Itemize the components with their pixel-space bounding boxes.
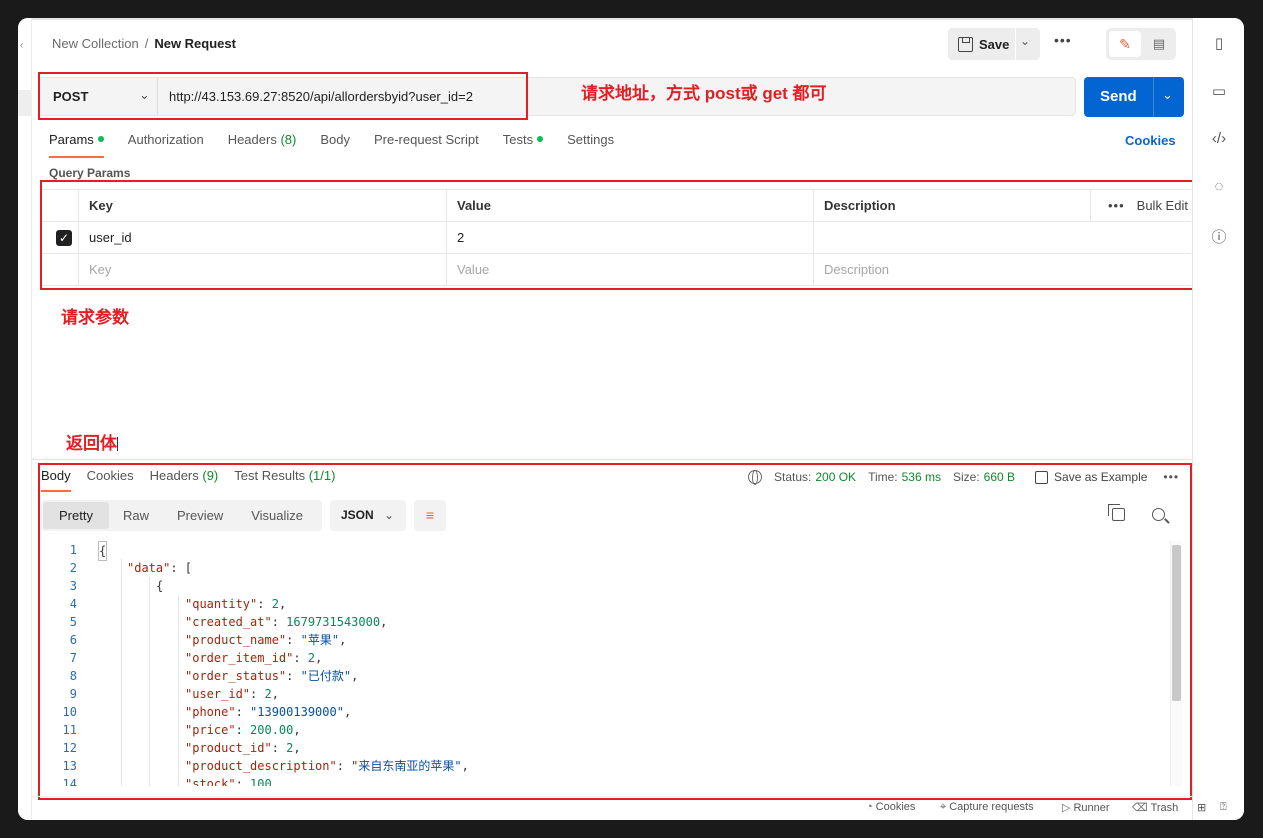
capture-icon: ⌖ — [940, 801, 947, 813]
footer-trash-label: Trash — [1150, 802, 1179, 814]
tab-headers-count: (8) — [280, 132, 297, 147]
window-top-strip — [18, 18, 1244, 20]
postman-window: ‹ New Collection / New Request Save ⌄ ••• … — [18, 18, 1244, 820]
help-icon[interactable]: ⍰ — [1220, 801, 1227, 814]
annotation-url-note: 请求地址，方式 post或 get 都可 — [581, 84, 827, 103]
send-divider — [1153, 77, 1154, 117]
comments-icon[interactable]: ▭ — [1209, 82, 1229, 100]
footer-runner-label: Runner — [1073, 802, 1110, 814]
footer-capture-label: Capture requests — [949, 801, 1034, 813]
sidebar-highlight — [18, 90, 32, 116]
comment-icon[interactable]: ▤ — [1144, 31, 1174, 57]
tab-tests-label: Tests — [502, 132, 534, 147]
lightbulb-icon[interactable]: ◌ — [1209, 178, 1229, 195]
footer-cookies-label: Cookies — [875, 801, 916, 813]
save-divider — [1015, 28, 1016, 60]
annotation-params-box — [40, 180, 1194, 290]
annotation-url-box — [38, 72, 528, 120]
info-icon[interactable]: ⓘ — [1209, 226, 1229, 247]
send-button[interactable]: Send ⌄ — [1084, 77, 1184, 117]
save-icon — [958, 36, 973, 52]
tab-headers[interactable]: Headers (8) — [228, 132, 297, 158]
tab-authorization[interactable]: Authorization — [128, 132, 204, 158]
breadcrumb-collection[interactable]: New Collection — [52, 36, 139, 51]
annotation-body-text: 返回体 — [66, 434, 117, 453]
save-label: Save — [979, 36, 1010, 52]
query-params-title: Query Params — [49, 166, 131, 180]
left-sidebar-edge: ‹ — [18, 18, 32, 820]
annotation-body-box — [38, 463, 1192, 800]
trash-icon: ⌫ — [1132, 802, 1148, 814]
footer-trash[interactable]: ⌫ Trash — [1132, 801, 1178, 814]
pencil-icon[interactable]: ✎ — [1109, 31, 1141, 57]
tab-params[interactable]: Params — [49, 132, 104, 158]
tab-prerequest[interactable]: Pre-request Script — [374, 132, 479, 158]
footer-capture[interactable]: ⌖ Capture requests — [940, 801, 1034, 814]
tab-tests[interactable]: Tests — [502, 132, 544, 158]
annotation-params-note: 请求参数 — [61, 308, 129, 327]
breadcrumb: New Collection / New Request — [52, 36, 236, 52]
right-rail: ▯ ▭ ‹/› ◌ ⓘ — [1192, 18, 1244, 820]
breadcrumb-separator: / — [144, 36, 149, 51]
text-caret — [117, 437, 118, 451]
tab-settings[interactable]: Settings — [567, 132, 614, 158]
chevron-down-icon[interactable]: ⌄ — [1020, 34, 1030, 48]
code-icon[interactable]: ‹/› — [1209, 130, 1229, 147]
tab-body[interactable]: Body — [320, 132, 350, 158]
footer-runner[interactable]: ▷ Runner — [1062, 801, 1110, 814]
documentation-icon[interactable]: ▯ — [1209, 34, 1229, 52]
collapse-icon[interactable]: ‹ — [20, 40, 23, 51]
annotation-body-note: 返回体 — [66, 429, 118, 454]
status-footer: ◔ Cookies ⌖ Capture requests ▷ Runner ⌫ Tras… — [32, 796, 1227, 820]
cookie-icon: ◔ — [866, 801, 873, 813]
request-tabs: Params Authorization Headers (8) Body Pr… — [49, 132, 638, 160]
params-dot-icon — [97, 136, 104, 142]
footer-cookies[interactable]: ◔ Cookies — [866, 801, 915, 813]
breadcrumb-request[interactable]: New Request — [154, 36, 236, 51]
more-options-icon[interactable]: ••• — [1054, 32, 1072, 48]
mode-toggle: ✎ ▤ — [1106, 28, 1176, 60]
response-divider[interactable] — [32, 459, 1192, 460]
layout-icon[interactable]: ⊞ — [1197, 801, 1206, 814]
cookies-link[interactable]: Cookies — [1125, 133, 1176, 148]
tab-headers-label: Headers — [227, 132, 277, 147]
chevron-down-icon[interactable]: ⌄ — [1162, 87, 1173, 103]
send-label: Send — [1100, 88, 1137, 105]
save-button[interactable]: Save ⌄ — [948, 28, 1040, 60]
tests-dot-icon — [537, 136, 544, 142]
runner-icon: ▷ — [1062, 802, 1071, 814]
tab-params-label: Params — [49, 132, 94, 147]
